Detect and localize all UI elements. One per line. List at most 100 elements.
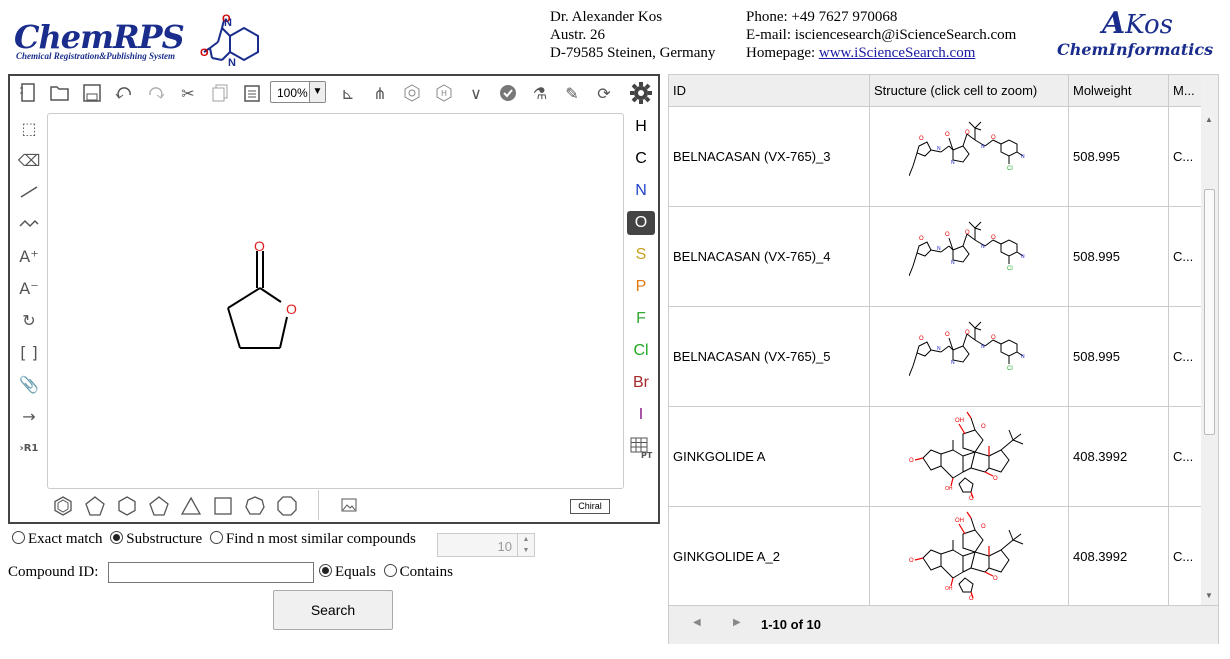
- cyclooctane-template-icon[interactable]: [275, 494, 299, 518]
- stepper-arrows-icon[interactable]: ▲ ▼: [517, 534, 534, 556]
- cyclohexane-template-icon[interactable]: [115, 494, 139, 518]
- recognize-icon[interactable]: ✎: [560, 81, 584, 105]
- similar-count-stepper[interactable]: 10 ▲ ▼: [437, 533, 535, 557]
- scroll-down-icon[interactable]: ▼: [1205, 591, 1213, 600]
- element-button-c[interactable]: C: [627, 147, 655, 171]
- aromatize-icon[interactable]: [400, 81, 424, 105]
- save-icon[interactable]: [80, 81, 104, 105]
- cell-molweight[interactable]: 408.3992: [1069, 407, 1169, 506]
- cell-structure[interactable]: O O O O N N N N Cl: [870, 207, 1069, 306]
- cell-formula[interactable]: C...: [1169, 307, 1202, 406]
- open-file-icon[interactable]: [48, 81, 72, 105]
- element-button-s[interactable]: S: [627, 243, 655, 267]
- cell-id[interactable]: BELNACASAN (VX-765)_3: [669, 107, 870, 206]
- cell-formula[interactable]: C...: [1169, 107, 1202, 206]
- drawing-canvas[interactable]: [47, 113, 624, 489]
- column-header-molweight[interactable]: Molweight: [1069, 75, 1169, 107]
- cell-molweight[interactable]: 408.3992: [1069, 507, 1169, 606]
- next-page-icon[interactable]: ▶: [733, 617, 741, 628]
- benzene-template-icon[interactable]: [51, 494, 75, 518]
- charge-minus-icon[interactable]: A⁻: [17, 276, 41, 300]
- element-button-p[interactable]: P: [627, 275, 655, 299]
- scroll-up-icon[interactable]: ▲: [1205, 115, 1213, 124]
- table-row[interactable]: GINKGOLIDE A O OH O O OH O 408.3992 C...: [669, 407, 1202, 507]
- scrollbar-thumb[interactable]: [1204, 189, 1215, 435]
- cycloheptane-template-icon[interactable]: [243, 494, 267, 518]
- settings-gear-icon[interactable]: [629, 81, 653, 110]
- cell-formula[interactable]: C...: [1169, 207, 1202, 306]
- paste-icon[interactable]: [240, 81, 264, 105]
- cell-molweight[interactable]: 508.995: [1069, 107, 1169, 206]
- rgroup-label: R1: [23, 442, 39, 454]
- copy-icon[interactable]: [208, 81, 232, 105]
- element-button-n[interactable]: N: [627, 179, 655, 203]
- cell-id[interactable]: GINKGOLIDE A_2: [669, 507, 870, 606]
- calculate-cip-icon[interactable]: ∨: [464, 81, 488, 105]
- element-button-i[interactable]: I: [627, 403, 655, 427]
- table-row[interactable]: BELNACASAN (VX-765)_3 O O O O N N N N Cl 508…: [669, 107, 1202, 207]
- substructure-radio[interactable]: [110, 531, 124, 544]
- cell-molweight[interactable]: 508.995: [1069, 207, 1169, 306]
- vertical-scrollbar[interactable]: ▲ ▼: [1201, 75, 1218, 605]
- charge-plus-icon[interactable]: A⁺: [17, 244, 41, 268]
- cell-formula[interactable]: C...: [1169, 507, 1202, 606]
- table-row[interactable]: GINKGOLIDE A_2 O OH O O OH O 408.3992 C...: [669, 507, 1202, 607]
- clear-canvas-icon[interactable]: [16, 81, 40, 105]
- column-header-id[interactable]: ID: [669, 75, 870, 107]
- select-tool-icon[interactable]: ⬚: [17, 116, 41, 140]
- zoom-select[interactable]: 100% ▼: [270, 81, 326, 103]
- 3d-view-icon[interactable]: ⟳: [592, 81, 616, 105]
- rotate-tool-icon[interactable]: ↻: [17, 308, 41, 332]
- clean-icon[interactable]: ⋔: [368, 81, 392, 105]
- bracket-tool-icon[interactable]: [ ]: [17, 340, 41, 364]
- homepage-link[interactable]: www.iScienceSearch.com: [819, 45, 975, 61]
- contains-radio[interactable]: [383, 564, 397, 577]
- chiral-flag-button[interactable]: Chiral: [570, 499, 610, 514]
- cell-id[interactable]: GINKGOLIDE A: [669, 407, 870, 506]
- cell-formula[interactable]: C...: [1169, 407, 1202, 506]
- element-button-cl[interactable]: Cl: [627, 339, 655, 363]
- redo-icon[interactable]: [144, 81, 168, 105]
- undo-icon[interactable]: [112, 81, 136, 105]
- table-row[interactable]: BELNACASAN (VX-765)_5 O O O O N N N N Cl 508…: [669, 307, 1202, 407]
- prev-page-icon[interactable]: ◀: [693, 617, 701, 628]
- cut-icon[interactable]: ✂: [176, 81, 200, 105]
- cell-structure[interactable]: O OH O O OH O: [870, 407, 1069, 506]
- table-row[interactable]: BELNACASAN (VX-765)_4 O O O O N N N N Cl 508…: [669, 207, 1202, 307]
- cyclopentane-template-icon[interactable]: [147, 494, 171, 518]
- cyclobutane-template-icon[interactable]: [211, 494, 235, 518]
- column-header-structure[interactable]: Structure (click cell to zoom): [870, 75, 1069, 107]
- single-bond-tool-icon[interactable]: [17, 180, 41, 204]
- check-structure-icon[interactable]: [496, 81, 520, 105]
- cyclopropane-template-icon[interactable]: [179, 494, 203, 518]
- search-button[interactable]: Search: [273, 590, 393, 630]
- cell-structure[interactable]: O O O O N N N N Cl: [870, 107, 1069, 206]
- cell-structure[interactable]: O O O O N N N N Cl: [870, 307, 1069, 406]
- cyclopentadiene-template-icon[interactable]: [83, 494, 107, 518]
- cell-molweight[interactable]: 508.995: [1069, 307, 1169, 406]
- periodic-table-icon[interactable]: PT: [630, 437, 654, 464]
- compound-id-input[interactable]: [108, 562, 314, 583]
- element-button-f[interactable]: F: [627, 307, 655, 331]
- layout-icon[interactable]: ⊾: [336, 81, 360, 105]
- column-header-formula[interactable]: M...: [1169, 75, 1202, 107]
- dearomatize-icon[interactable]: H: [432, 81, 456, 105]
- eraser-tool-icon[interactable]: ⌫: [17, 148, 41, 172]
- cell-id[interactable]: BELNACASAN (VX-765)_4: [669, 207, 870, 306]
- exact-match-radio[interactable]: [12, 531, 25, 544]
- equals-radio[interactable]: [319, 564, 332, 577]
- similar-radio[interactable]: [209, 531, 223, 544]
- svg-text:N: N: [228, 57, 236, 69]
- rgroup-tool-icon[interactable]: › R1: [17, 436, 41, 460]
- cell-structure[interactable]: O OH O O OH O: [870, 507, 1069, 606]
- element-button-h[interactable]: H: [627, 115, 655, 139]
- cell-id[interactable]: BELNACASAN (VX-765)_5: [669, 307, 870, 406]
- image-export-icon[interactable]: [341, 498, 357, 517]
- analyse-icon[interactable]: ⚗: [528, 81, 552, 105]
- reaction-arrow-icon[interactable]: →: [17, 404, 41, 428]
- chain-tool-icon[interactable]: [17, 212, 41, 236]
- attach-tool-icon[interactable]: 📎: [17, 372, 41, 396]
- element-button-br[interactable]: Br: [627, 371, 655, 395]
- editor-top-toolbar-right: ⊾ ⋔ H ∨ ⚗ ✎ ⟳: [336, 81, 616, 105]
- element-button-o[interactable]: O: [627, 211, 655, 235]
